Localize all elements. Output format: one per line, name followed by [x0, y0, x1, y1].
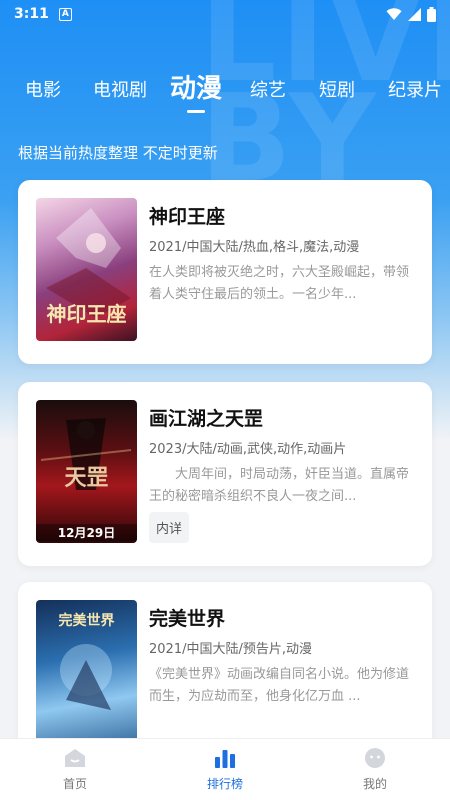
ranking-card[interactable]: 天罡 12月29日 画江湖之天罡 2023/大陆/动画,武侠,动作,动画片 大周…: [18, 382, 432, 566]
wifi-icon: [386, 7, 402, 20]
status-time: 3:11: [14, 6, 49, 22]
nav-label: 首页: [62, 777, 87, 791]
battery-icon: [427, 6, 436, 22]
card-tag: 内详: [149, 512, 190, 543]
nav-item-home[interactable]: 首页: [0, 739, 150, 800]
tab-anime[interactable]: 动漫: [170, 68, 222, 105]
poster-image: 神印王座: [36, 198, 137, 341]
nav-item-profile[interactable]: 我的: [300, 739, 450, 800]
poster-title-text: 神印王座: [46, 302, 127, 326]
nav-label: 排行榜: [206, 777, 243, 791]
poster-image: 天罡 12月29日: [36, 400, 137, 543]
ranking-subtitle: 根据当前热度整理 不定时更新: [18, 144, 218, 162]
home-icon: [65, 749, 85, 767]
signal-icon: [408, 7, 421, 21]
nav-label: 我的: [362, 777, 387, 791]
status-bar: 3:11 A: [0, 0, 450, 28]
card-meta: 2021/中国大陆/预告片,动漫: [149, 642, 312, 657]
poster-title-text: 天罡: [64, 466, 109, 491]
nav-item-ranking[interactable]: 排行榜: [150, 739, 300, 800]
card-title: 完美世界: [149, 608, 226, 630]
poster-image: 完美世界: [36, 600, 137, 743]
tab-movie[interactable]: 电影: [25, 76, 61, 102]
card-meta: 2021/中国大陆/热血,格斗,魔法,动漫: [149, 240, 360, 255]
bottom-navigation: 首页 排行榜 我的: [0, 738, 450, 800]
tab-documentary[interactable]: 纪录片: [388, 76, 442, 102]
tab-variety[interactable]: 综艺: [250, 76, 286, 102]
ranking-card[interactable]: 完美世界 完美世界 2021/中国大陆/预告片,动漫 《完美世界》动画改编自同名…: [18, 582, 432, 752]
card-description: 《完美世界》动画改编自同名小说。他为修道而生，为应劫而至，他身化亿万血 ...: [149, 667, 410, 704]
category-tabs: 电影 电视剧 动漫 综艺 短剧 纪录片: [0, 62, 450, 118]
tab-tv-series[interactable]: 电视剧: [93, 76, 147, 102]
ranking-icon: [215, 750, 235, 768]
card-title: 画江湖之天罡: [149, 408, 264, 430]
active-tab-indicator: [187, 110, 205, 113]
card-description: 在人类即将被灭绝之时，六大圣殿崛起，带领着人类守住最后的领土。一名少年...: [149, 265, 410, 302]
tab-short-drama[interactable]: 短剧: [319, 76, 355, 102]
card-description: 大周年间，时局动荡，奸臣当道。直属帝王的秘密暗杀组织不良人一夜之间...: [149, 467, 410, 504]
card-title: 神印王座: [149, 206, 226, 228]
profile-icon: [365, 748, 385, 768]
poster-date-text: 12月29日: [36, 524, 137, 541]
poster-title-text: 完美世界: [58, 613, 115, 629]
card-meta: 2023/大陆/动画,武侠,动作,动画片: [149, 442, 347, 457]
a-letter-icon: A: [58, 7, 72, 21]
ranking-card[interactable]: 神印王座 神印王座 2021/中国大陆/热血,格斗,魔法,动漫 在人类即将被灭绝…: [18, 180, 432, 364]
